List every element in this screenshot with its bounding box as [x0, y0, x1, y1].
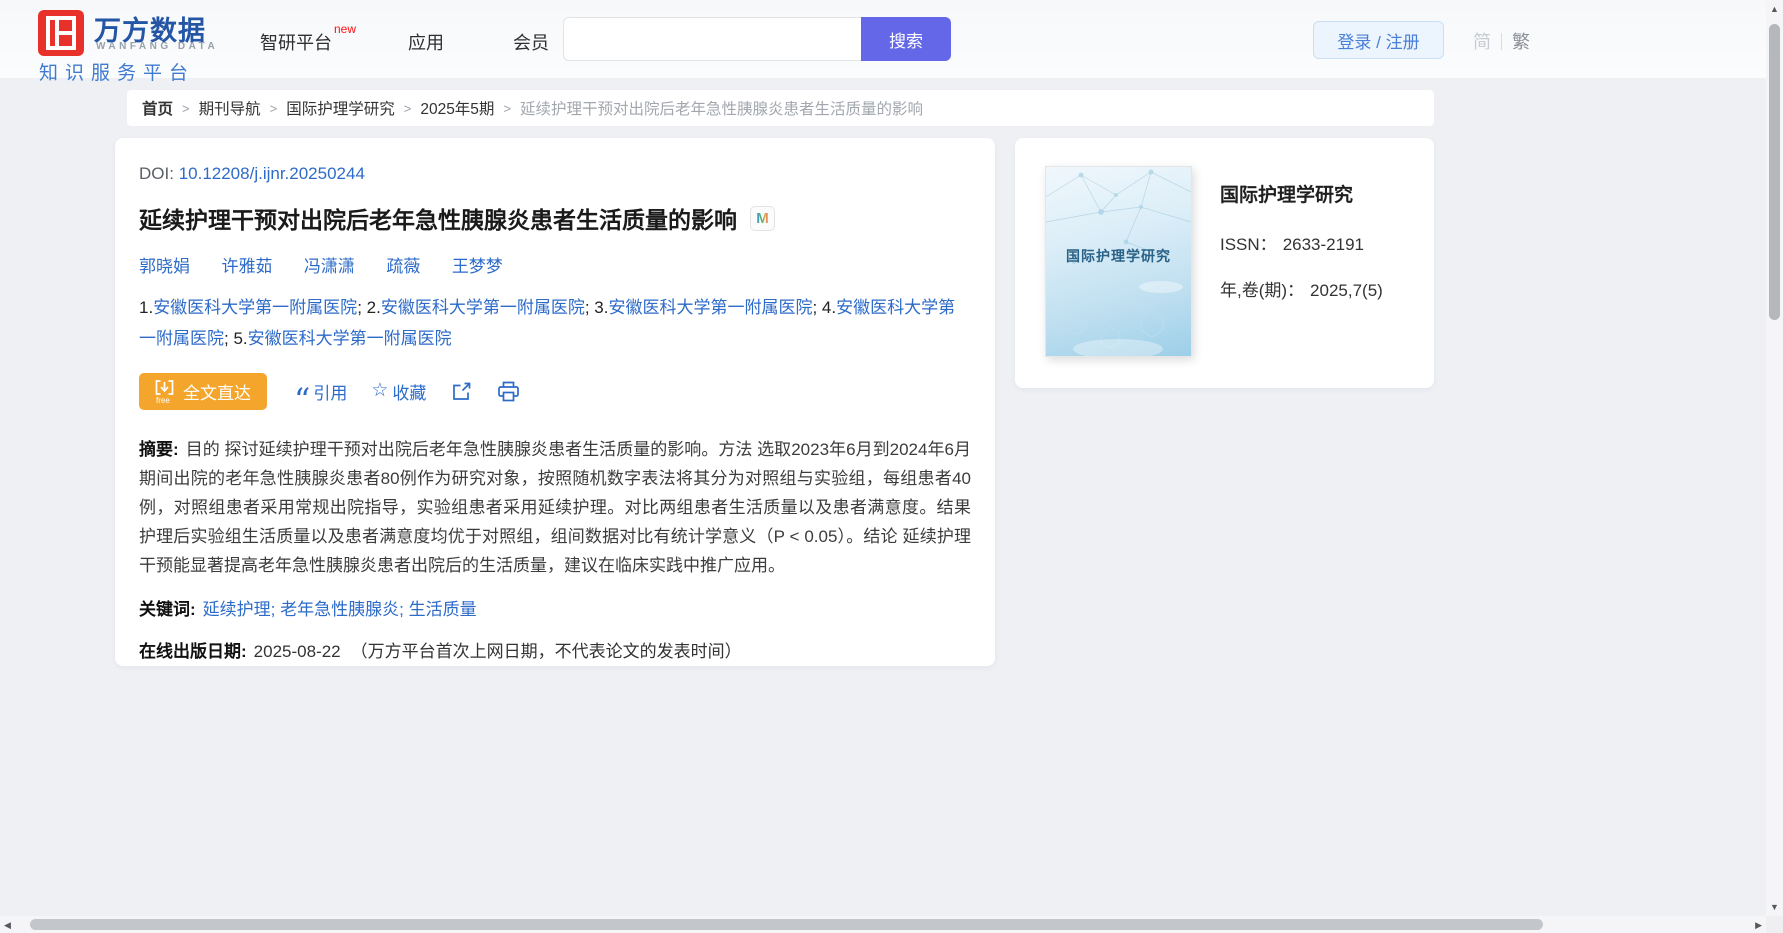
print-button[interactable] [497, 381, 520, 402]
breadcrumb-current-article: 延续护理干预对出院后老年急性胰腺炎患者生活质量的影响 [520, 101, 924, 118]
journal-issn-row: ISSN： 2633-2191 [1220, 230, 1383, 255]
breadcrumb-journal-nav[interactable]: 期刊导航 [199, 97, 261, 119]
abstract-label: 摘要: [139, 440, 179, 459]
keywords-label: 关键词: [139, 600, 196, 619]
login-register-button[interactable]: 登录 / 注册 [1313, 21, 1444, 59]
lang-divider [1501, 32, 1502, 50]
breadcrumb: 首页 > 期刊导航 > 国际护理学研究 > 2025年5期 > 延续护理干预对出… [127, 90, 1434, 126]
horizontal-scrollbar-thumb[interactable] [30, 919, 1543, 930]
affiliation-link[interactable]: 安徽医科大学第一附属医院 [381, 298, 585, 317]
brand-name-en: WANFANG DATA [96, 41, 219, 52]
affiliation-link[interactable]: 安徽医科大学第一附属医院 [248, 329, 452, 348]
wanfang-logo[interactable]: 万方数据 WANFANG DATA 知识服务平台 [38, 9, 268, 84]
site-header: 万方数据 WANFANG DATA 知识服务平台 智研平台new 应用 会员 搜… [0, 0, 1766, 84]
author-link[interactable]: 冯潇潇 [304, 257, 355, 276]
author-list: 郭晓娟 许雅茹 冯潇潇 疏薇 王梦梦 [139, 252, 971, 277]
affiliation-list: 1.安徽医科大学第一附属医院; 2.安徽医科大学第一附属医院; 3.安徽医科大学… [139, 292, 971, 354]
affiliation-item: 5.安徽医科大学第一附属医院 [233, 329, 452, 348]
journal-volume-row: 年,卷(期)： 2025,7(5) [1220, 276, 1383, 301]
svg-text:free: free [156, 396, 170, 405]
scroll-down-arrow-icon[interactable] [1766, 902, 1783, 912]
scrollbar-corner [1766, 916, 1783, 933]
m-badge-letter: M [756, 209, 769, 227]
nav-item-zhiyan-label: 智研平台 [260, 33, 332, 53]
printer-icon [498, 381, 520, 402]
doi-label: DOI: [139, 164, 174, 183]
keyword-link[interactable]: 生活质量 [409, 600, 477, 619]
nav-item-member[interactable]: 会员 [513, 29, 549, 55]
abstract-paragraph: 摘要: 目的 探讨延续护理干预对出院后老年急性胰腺炎患者生活质量的影响。方法 选取… [139, 435, 971, 580]
scroll-up-arrow-icon[interactable] [1766, 4, 1783, 14]
metrics-m-badge[interactable]: M [750, 205, 775, 231]
breadcrumb-separator: > [182, 100, 190, 116]
pubdate-label: 在线出版日期: [139, 642, 247, 661]
download-free-icon: free [155, 379, 174, 405]
brand-subtitle: 知识服务平台 [39, 63, 196, 84]
journal-meta: 国际护理学研究 ISSN： 2633-2191 年,卷(期)： 2025,7(5) [1220, 180, 1383, 322]
affiliation-link[interactable]: 安徽医科大学第一附属医院 [608, 298, 812, 317]
scroll-right-arrow-icon[interactable] [1755, 920, 1762, 931]
share-icon [453, 382, 471, 400]
breadcrumb-home[interactable]: 首页 [142, 97, 173, 119]
issn-value: 2633-2191 [1282, 235, 1364, 254]
author-link[interactable]: 王梦梦 [452, 257, 503, 276]
scroll-left-arrow-icon[interactable] [4, 920, 11, 931]
author-link[interactable]: 郭晓娟 [139, 257, 190, 276]
breadcrumb-issue[interactable]: 2025年5期 [420, 97, 494, 119]
new-badge: new [334, 22, 357, 36]
pubdate-value: 2025-08-22 [253, 642, 341, 661]
search-bar: 搜索 [563, 17, 951, 61]
vertical-scrollbar[interactable] [1766, 0, 1783, 916]
journal-cover[interactable]: 国际护理学研究 [1045, 166, 1192, 357]
keywords-row: 关键词: 延续护理; 老年急性胰腺炎; 生活质量 [139, 600, 477, 619]
article-title-row: 延续护理干预对出院后老年急性胰腺炎患者生活质量的影响 M [139, 201, 971, 235]
fulltext-button-label: 全文直达 [183, 384, 251, 403]
breadcrumb-separator: > [269, 100, 278, 116]
article-detail-card: DOI: 10.12208/j.ijnr.20250244 延续护理干预对出院后… [115, 138, 995, 666]
nav-item-zhiyan[interactable]: 智研平台new [260, 22, 356, 55]
keyword-link[interactable]: 延续护理 [203, 600, 271, 619]
pubdate-note: （万方平台首次上网日期，不代表论文的发表时间） [350, 642, 742, 661]
doi-row: DOI: 10.12208/j.ijnr.20250244 [139, 164, 971, 184]
share-button[interactable] [451, 381, 472, 402]
cite-label: 引用 [313, 384, 348, 403]
author-link[interactable]: 疏薇 [386, 257, 420, 276]
fulltext-button[interactable]: free 全文直达 [139, 373, 267, 410]
issn-label: ISSN： [1220, 235, 1277, 254]
star-icon [371, 379, 388, 402]
journal-name[interactable]: 国际护理学研究 [1220, 180, 1383, 207]
volume-label: 年,卷(期)： [1220, 281, 1305, 300]
breadcrumb-separator: > [503, 100, 512, 116]
breadcrumb-separator: > [403, 100, 412, 116]
journal-info-card: 国际护理学研究 国际护理学研究 ISSN： 2633-2191 年,卷(期)： 20… [1015, 138, 1434, 388]
favorite-button[interactable]: 收藏 [371, 379, 426, 404]
breadcrumb-journal[interactable]: 国际护理学研究 [286, 97, 395, 119]
volume-value: 2025,7(5) [1310, 281, 1383, 300]
affiliation-item: 2.安徽医科大学第一附属医院; [366, 298, 595, 317]
nav-item-apps[interactable]: 应用 [408, 29, 444, 55]
cite-button[interactable]: 引用 [294, 379, 347, 404]
affiliation-link[interactable]: 安徽医科大学第一附属医院 [153, 298, 357, 317]
abstract-text: 目的 探讨延续护理干预对出院后老年急性胰腺炎患者生活质量的影响。方法 选取202… [139, 440, 971, 575]
page-title: 延续护理干预对出院后老年急性胰腺炎患者生活质量的影响 [139, 207, 737, 233]
vertical-scrollbar-thumb[interactable] [1769, 24, 1780, 320]
affiliation-item: 3.安徽医科大学第一附属医院; [594, 298, 822, 317]
horizontal-scrollbar[interactable] [0, 916, 1766, 933]
language-switch: 简 繁 [1473, 28, 1530, 54]
journal-cover-title: 国际护理学研究 [1066, 248, 1171, 265]
affiliation-item: 1.安徽医科大学第一附属医院; [139, 298, 367, 317]
online-pubdate-row: 在线出版日期: 2025-08-22 （万方平台首次上网日期，不代表论文的发表时间） [139, 637, 971, 662]
search-input[interactable] [563, 17, 861, 61]
keyword-link[interactable]: 老年急性胰腺炎 [280, 600, 399, 619]
lang-simplified[interactable]: 简 [1473, 28, 1491, 54]
favorite-label: 收藏 [392, 384, 427, 403]
lang-traditional[interactable]: 繁 [1512, 28, 1530, 54]
article-action-bar: free 全文直达 引用 收藏 [139, 373, 971, 410]
search-button[interactable]: 搜索 [861, 17, 951, 61]
wanfang-logo-icon [38, 10, 84, 56]
author-link[interactable]: 许雅茹 [221, 257, 272, 276]
doi-link[interactable]: 10.12208/j.ijnr.20250244 [179, 164, 365, 183]
